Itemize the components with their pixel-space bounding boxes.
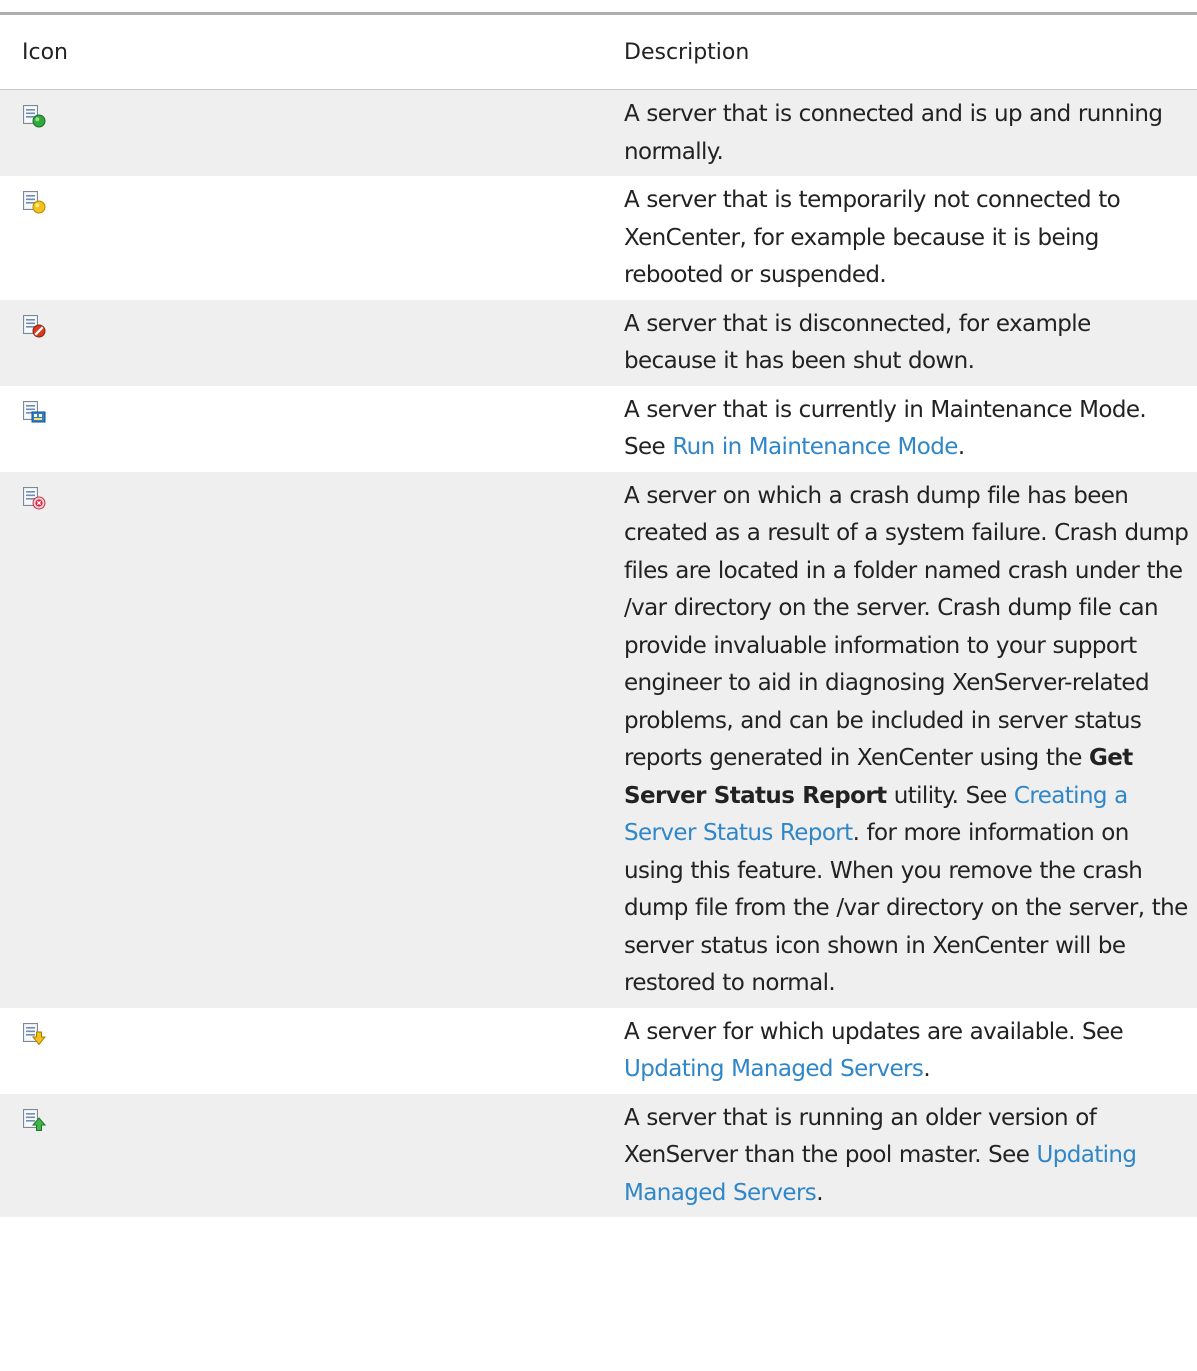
description-cell: A server that is connected and is up and… [608, 89, 1197, 176]
icon-cell [0, 385, 608, 472]
table-row: A server on which a crash dump file has … [0, 471, 1197, 1008]
table-row: A server for which updates are available… [0, 1007, 1197, 1094]
server-connected-icon [22, 104, 46, 128]
description-cell: A server for which updates are available… [608, 1007, 1197, 1094]
description-cell: A server on which a crash dump file has … [608, 471, 1197, 1008]
description-cell: A server that is running an older versio… [608, 1093, 1197, 1217]
description-cell: A server that is currently in Maintenanc… [608, 385, 1197, 472]
description-text: A server for which updates are available… [624, 1018, 1124, 1045]
column-header-icon: Icon [0, 15, 608, 90]
description-text: A server that is connected and is up and… [624, 101, 1163, 165]
icon-cell [0, 471, 608, 1008]
server-older-version-icon [22, 1108, 47, 1132]
description-text: A server on which a crash dump file has … [624, 482, 1189, 772]
server-maintenance-mode-icon [22, 400, 46, 424]
icon-cell [0, 299, 608, 386]
description-text: . for more information on using this fea… [624, 820, 1188, 996]
column-header-description: Description [608, 15, 1197, 90]
table-header-row: Icon Description [0, 15, 1197, 90]
icon-cell [0, 1007, 608, 1094]
server-crash-dump-icon [22, 486, 46, 510]
table-row: A server that is temporarily not connect… [0, 176, 1197, 300]
server-temporarily-disconnected-icon [22, 190, 46, 214]
description-text: . [957, 434, 965, 460]
description-cell: A server that is temporarily not connect… [608, 176, 1197, 300]
server-disconnected-icon [22, 314, 46, 338]
icon-cell [0, 176, 608, 300]
table-row: A server that is currently in Maintenanc… [0, 385, 1197, 472]
table-row: A server that is running an older versio… [0, 1093, 1197, 1217]
server-status-icons-table: Icon Description A server that is connec… [0, 15, 1197, 1217]
description-text: A server that is running an older versio… [624, 1104, 1097, 1169]
description-text: . [816, 1179, 823, 1206]
table-row: A server that is disconnected, for examp… [0, 299, 1197, 386]
description-text: . [923, 1056, 931, 1082]
description-text: utility. See [886, 782, 1014, 809]
description-cell: A server that is disconnected, for examp… [608, 299, 1197, 386]
doc-link[interactable]: Updating Managed Servers [624, 1056, 924, 1082]
doc-link[interactable]: Run in Maintenance Mode [672, 434, 958, 460]
table-row: A server that is connected and is up and… [0, 89, 1197, 176]
server-updates-available-icon [22, 1022, 47, 1046]
description-text: A server that is disconnected, for examp… [624, 310, 1091, 375]
description-text: A server that is temporarily not connect… [624, 187, 1121, 288]
table-body: A server that is connected and is up and… [0, 89, 1197, 1217]
icon-cell [0, 1093, 608, 1217]
icon-cell [0, 89, 608, 176]
